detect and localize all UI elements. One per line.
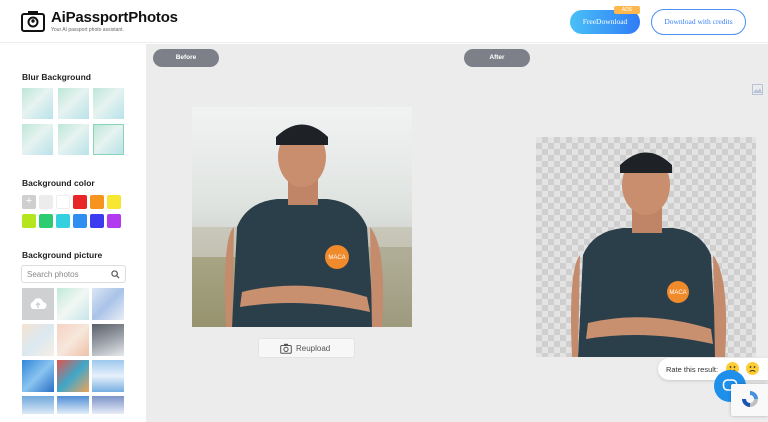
color-swatch-white[interactable]: [56, 195, 70, 209]
before-label: Before: [153, 49, 219, 67]
background-picture-11[interactable]: [57, 396, 89, 414]
recaptcha-badge[interactable]: [731, 384, 768, 416]
before-photo: MACA: [192, 107, 412, 327]
sad-face-icon[interactable]: [746, 362, 759, 375]
blur-option-5[interactable]: [58, 124, 89, 155]
app-title[interactable]: AiPassportPhotos: [51, 9, 178, 26]
reupload-button[interactable]: Reupload: [258, 338, 355, 358]
cloud-upload-icon: [30, 298, 47, 309]
background-picture-title: Background picture: [22, 250, 103, 260]
shirt-badge-text: MACA: [328, 255, 345, 261]
background-picture-8[interactable]: [57, 360, 89, 392]
upload-background-button[interactable]: [22, 288, 54, 320]
search-icon[interactable]: [111, 270, 120, 279]
color-swatch-orange[interactable]: [90, 195, 104, 209]
blur-option-2[interactable]: [58, 88, 89, 119]
after-label: After: [464, 49, 530, 67]
color-swatch-indigo[interactable]: [90, 214, 104, 228]
background-picture-12[interactable]: [92, 396, 124, 414]
background-picture-10[interactable]: [22, 396, 54, 414]
camera-icon: [280, 343, 292, 354]
person-photo-cutout: MACA: [571, 152, 727, 357]
compare-image-icon[interactable]: [752, 84, 763, 95]
download-with-credits-button[interactable]: Download with credits: [651, 9, 746, 35]
recaptcha-icon: [742, 391, 758, 407]
person-photo-original: MACA: [192, 124, 412, 327]
blur-option-6-selected[interactable]: [93, 124, 124, 155]
editor-sidebar: Blur Background Background color + Backg…: [0, 44, 146, 422]
blur-option-4[interactable]: [22, 124, 53, 155]
color-swatch-purple[interactable]: [107, 214, 121, 228]
background-picture-4[interactable]: [22, 324, 54, 356]
blur-option-1[interactable]: [22, 88, 53, 119]
color-swatch-cyan[interactable]: [56, 214, 70, 228]
after-photo: MACA: [536, 137, 756, 357]
background-picture-7[interactable]: [22, 360, 54, 392]
ads-badge: ADS: [614, 6, 640, 14]
blur-option-3[interactable]: [93, 88, 124, 119]
camera-id-icon[interactable]: [21, 10, 45, 32]
background-picture-6[interactable]: [92, 324, 124, 356]
color-swatch-blue[interactable]: [73, 214, 87, 228]
color-swatch-yellow[interactable]: [107, 195, 121, 209]
background-color-title: Background color: [22, 178, 95, 188]
color-swatch-green[interactable]: [39, 214, 53, 228]
color-swatch-red[interactable]: [73, 195, 87, 209]
search-photos-box: [21, 265, 126, 283]
color-swatch-lime[interactable]: [22, 214, 36, 228]
background-picture-2[interactable]: [57, 288, 89, 320]
reupload-label: Reupload: [296, 344, 331, 353]
background-picture-3[interactable]: [92, 288, 124, 320]
blur-background-title: Blur Background: [22, 72, 91, 82]
add-color-button[interactable]: +: [22, 195, 36, 209]
top-header: AiPassportPhotos Your AI passport photo …: [0, 0, 768, 43]
app-tagline: Your AI passport photo assistant.: [51, 27, 124, 33]
shirt-badge-text-after: MACA: [669, 290, 686, 296]
color-swatch-light-gray[interactable]: [39, 195, 53, 209]
rate-result-label: Rate this result:: [666, 365, 719, 374]
background-picture-5[interactable]: [57, 324, 89, 356]
background-picture-9[interactable]: [92, 360, 124, 392]
search-photos-input[interactable]: [27, 268, 109, 281]
rate-result-widget: Rate this result:: [658, 358, 768, 380]
